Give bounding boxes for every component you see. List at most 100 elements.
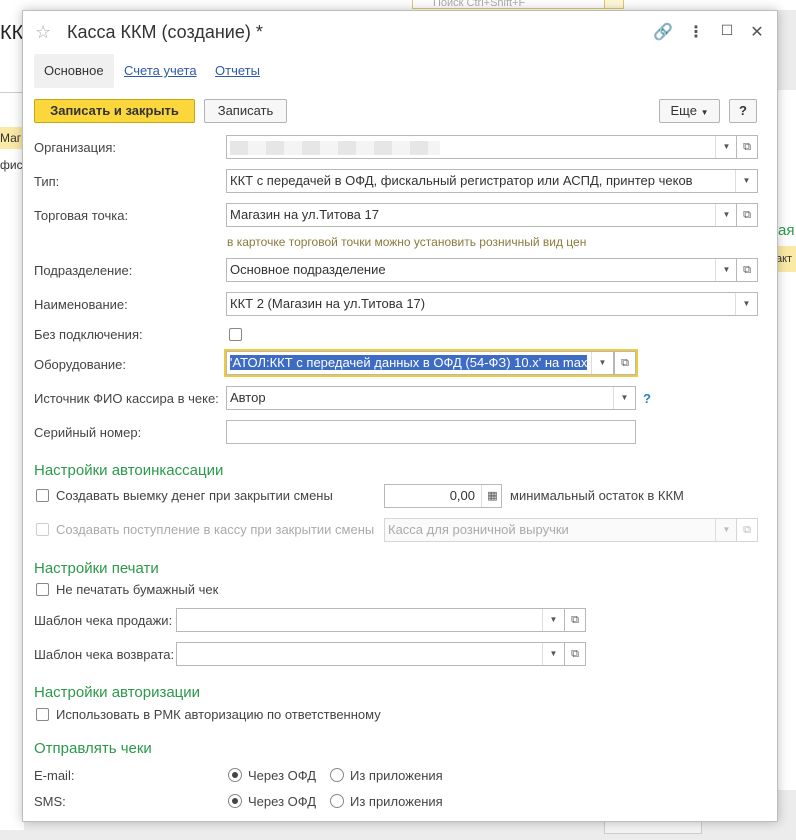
help-button[interactable]: ? — [729, 99, 757, 123]
dept-value: Основное подразделение — [230, 262, 386, 277]
dropdown-arrow-icon[interactable]: ▼ — [715, 259, 737, 281]
dropdown-arrow-icon[interactable]: ▼ — [542, 609, 564, 631]
point-value: Магазин на ул.Титова 17 — [230, 207, 379, 222]
withdraw-label: Создавать выемку денег при закрытии смен… — [56, 488, 333, 503]
no-paper-checkbox[interactable] — [36, 583, 49, 596]
sms-from-app-radio[interactable] — [330, 794, 344, 808]
cashbox-field[interactable]: Касса для розничной выручки ▼ — [384, 518, 738, 542]
sale-template-label: Шаблон чека продажи: — [34, 613, 173, 628]
open-dept-icon[interactable]: ⧉ — [736, 258, 758, 282]
org-label: Организация: — [34, 140, 117, 155]
sms-label: SMS: — [34, 794, 66, 809]
cashbox-value: Касса для розничной выручки — [388, 522, 569, 537]
name-label: Наименование: — [34, 297, 128, 312]
sale-template-field[interactable]: ▼ — [176, 608, 565, 632]
more-button[interactable]: Еще ▼ — [659, 99, 720, 123]
tab-reports[interactable]: Отчеты — [215, 54, 260, 88]
print-section-title: Настройки печати — [34, 560, 159, 577]
type-label: Тип: — [34, 174, 60, 189]
email-label: E-mail: — [34, 768, 75, 783]
return-template-field[interactable]: ▼ — [176, 642, 565, 666]
open-equipment-icon[interactable]: ⧉ — [614, 351, 636, 375]
open-org-icon[interactable]: ⧉ — [736, 135, 758, 159]
tab-accounts[interactable]: Счета учета — [124, 54, 197, 88]
save-button[interactable]: Записать — [204, 99, 287, 123]
more-button-label: Еще — [670, 103, 697, 118]
email-via-ofd-label: Через ОФД — [248, 768, 317, 783]
collection-section-title: Настройки автоинкассации — [34, 462, 224, 479]
open-cashbox-icon[interactable]: ⧉ — [736, 518, 758, 542]
title-bar: ☆ Касса ККМ (создание) * 🔗 ⋮ ☐ ✕ — [23, 11, 777, 55]
receipt-label: Создавать поступление в кассу при закрыт… — [56, 522, 375, 537]
dropdown-arrow-icon[interactable]: ▼ — [715, 136, 737, 158]
sms-via-ofd-label: Через ОФД — [248, 794, 317, 809]
redacted-value — [230, 140, 440, 155]
link-icon[interactable]: 🔗 — [653, 22, 673, 42]
background-app-header — [0, 0, 796, 10]
offline-label: Без подключения: — [34, 327, 143, 342]
email-via-ofd-radio[interactable] — [228, 768, 242, 782]
background-divider — [0, 92, 24, 93]
favorite-star-icon[interactable]: ☆ — [35, 22, 51, 43]
org-field[interactable]: ▼ — [226, 135, 738, 159]
equipment-label: Оборудование: — [34, 357, 127, 372]
background-section-title: ая — [778, 222, 795, 239]
send-section-title: Отправлять чеки — [34, 740, 152, 757]
email-from-app-radio[interactable] — [330, 768, 344, 782]
dropdown-arrow-icon[interactable]: ▼ — [735, 293, 757, 315]
open-sale-template-icon[interactable]: ⧉ — [564, 608, 586, 632]
close-icon[interactable]: ✕ — [747, 22, 767, 42]
min-rest-label: минимальный остаток в ККМ — [510, 488, 684, 503]
name-value: ККТ 2 (Магазин на ул.Титова 17) — [230, 296, 426, 311]
cashier-help-icon[interactable]: ? — [643, 391, 651, 406]
rmk-auth-label: Использовать в РМК авторизацию по ответс… — [56, 707, 381, 722]
more-vert-icon[interactable]: ⋮ — [686, 22, 706, 42]
type-value: ККТ с передачей в ОФД, фискальный регист… — [230, 173, 693, 188]
name-field[interactable]: ККТ 2 (Магазин на ул.Титова 17) ▼ — [226, 292, 758, 316]
email-from-app-label: Из приложения — [350, 768, 443, 783]
dropdown-arrow-icon[interactable]: ▼ — [613, 387, 635, 409]
serial-label: Серийный номер: — [34, 425, 142, 440]
calculator-icon[interactable]: ▦ — [481, 485, 501, 507]
background-search-button[interactable] — [604, 0, 624, 9]
cashier-source-label: Источник ФИО кассира в чеке: — [34, 391, 219, 406]
serial-input[interactable] — [226, 420, 636, 444]
no-paper-label: Не печатать бумажный чек — [56, 582, 219, 597]
rmk-auth-checkbox[interactable] — [36, 708, 49, 721]
point-hint: в карточке торговой точки можно установи… — [227, 235, 587, 249]
point-field[interactable]: Магазин на ул.Титова 17 ▼ — [226, 203, 738, 227]
save-and-close-button[interactable]: Записать и закрыть — [34, 99, 195, 123]
background-list-row[interactable]: Маг — [0, 127, 24, 149]
background-list-row[interactable]: акт — [776, 246, 796, 272]
equipment-value: 'АТОЛ:ККТ с передачей данных в ОФД (54-Ф… — [230, 355, 588, 370]
type-field[interactable]: ККТ с передачей в ОФД, фискальный регист… — [226, 169, 758, 193]
withdraw-amount-input[interactable]: 0,00 ▦ — [384, 484, 502, 508]
background-list-row[interactable]: фис — [0, 158, 23, 172]
tab-main[interactable]: Основное — [34, 54, 114, 88]
dept-label: Подразделение: — [34, 263, 133, 278]
dropdown-arrow-icon[interactable]: ▼ — [542, 643, 564, 665]
sms-via-ofd-radio[interactable] — [228, 794, 242, 808]
dropdown-arrow-icon[interactable]: ▼ — [715, 204, 737, 226]
chevron-down-icon: ▼ — [700, 108, 709, 117]
dropdown-arrow-icon[interactable]: ▼ — [715, 519, 737, 541]
cashier-source-field[interactable]: Автор ▼ — [226, 386, 636, 410]
sms-from-app-label: Из приложения — [350, 794, 443, 809]
equipment-field[interactable]: 'АТОЛ:ККТ с передачей данных в ОФД (54-Ф… — [226, 351, 614, 375]
open-return-template-icon[interactable]: ⧉ — [564, 642, 586, 666]
background-search-input[interactable]: Поиск Ctrl+Shift+F — [412, 0, 624, 9]
point-label: Торговая точка: — [34, 208, 129, 223]
withdraw-checkbox[interactable] — [36, 489, 49, 502]
offline-checkbox[interactable] — [229, 328, 242, 341]
background-right-panel — [776, 90, 796, 790]
withdraw-amount-value: 0,00 — [449, 488, 475, 503]
auth-section-title: Настройки авторизации — [34, 684, 201, 701]
dropdown-arrow-icon[interactable]: ▼ — [591, 352, 613, 374]
cashier-source-value: Автор — [230, 390, 266, 405]
maximize-icon[interactable]: ☐ — [717, 22, 737, 39]
open-point-icon[interactable]: ⧉ — [736, 203, 758, 227]
receipt-checkbox[interactable] — [36, 523, 49, 536]
dept-field[interactable]: Основное подразделение ▼ — [226, 258, 738, 282]
window-title: Касса ККМ (создание) * — [67, 22, 263, 42]
dropdown-arrow-icon[interactable]: ▼ — [735, 170, 757, 192]
